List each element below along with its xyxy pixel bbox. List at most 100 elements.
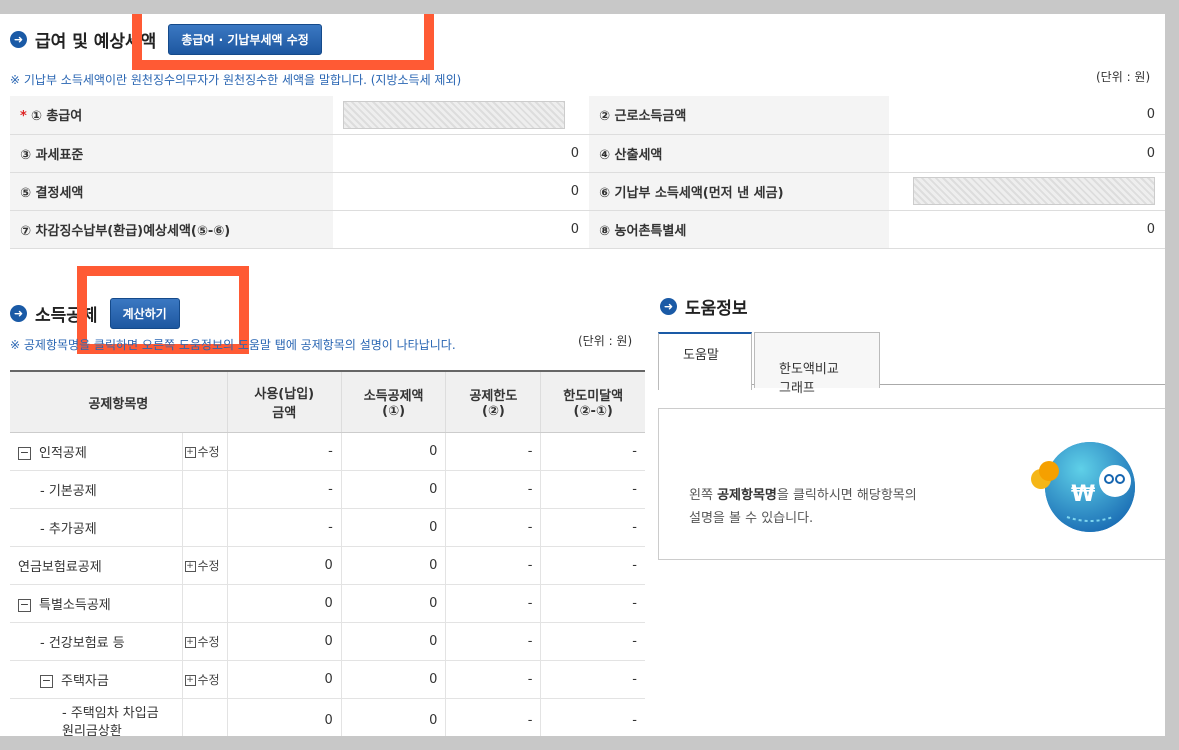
limit-cell: -: [445, 698, 541, 736]
table-row: − 인적공제 + 수정 -0- -: [10, 432, 645, 471]
help-content-box: 왼쪽 공제항목명을 클릭하시면 해당항목의 설명을 볼 수 있습니다. ₩: [658, 408, 1165, 560]
summary-label: ⑤ 결정세액: [10, 172, 333, 211]
plus-icon[interactable]: +: [184, 447, 196, 458]
deduction-cell: 0: [340, 698, 446, 736]
salary-summary-table: * ① 총급여 ② 근로소득금액 0 ③ 과세표준 0 ④ 산출세액 0 ⑤ 결정세액 0 ⑥ 기납…: [10, 96, 1165, 249]
help-text: 왼쪽 공제항목명을 클릭하시면 해당항목의 설명을 볼 수 있습니다.: [689, 484, 917, 530]
limit-cell: -: [445, 432, 541, 471]
item-name[interactable]: - 건강보험료 등: [40, 636, 125, 651]
summary-label: ⑦ 차감징수납부(환급)예상세액(⑤-⑥): [10, 210, 333, 249]
deduction-cell: 0: [340, 584, 446, 623]
item-name-cell[interactable]: − 인적공제: [10, 432, 182, 471]
deduction-note: ※ 공제항목명을 클릭하면 오른쪽 도움정보의 도움말 탭에 공제항목의 설명이…: [10, 338, 456, 352]
shortfall-cell: -: [540, 546, 645, 585]
limit-cell: -: [445, 660, 541, 699]
item-name-cell[interactable]: − 특별소득공제: [10, 584, 182, 623]
item-name[interactable]: 주택자금: [61, 674, 109, 689]
item-name-cell[interactable]: 연금보험료공제: [10, 546, 182, 585]
item-name-cell[interactable]: - 추가공제: [10, 508, 182, 547]
highlight-box-edit: [132, 14, 434, 70]
collapse-icon[interactable]: −: [40, 675, 53, 688]
summary-row: ⑦ 차감징수납부(환급)예상세액(⑤-⑥) 0 ⑧ 농어촌특별세 0: [10, 210, 1165, 249]
item-name[interactable]: - 기본공제: [40, 484, 97, 499]
deduction-cell: 0: [340, 546, 446, 585]
summary-label-text: ① 총급여: [30, 109, 83, 125]
summary-value: 0: [889, 210, 1165, 249]
edit-cell[interactable]: + 수정: [181, 660, 228, 699]
summary-value: 0: [889, 134, 1165, 173]
collapse-icon[interactable]: −: [18, 599, 31, 612]
used-amount-cell: 0: [226, 698, 342, 736]
item-name[interactable]: 연금보험료공제: [18, 560, 102, 575]
header-used-amount: 사용(납입) 금액: [226, 370, 342, 433]
item-name-cell[interactable]: - 건강보험료 등: [10, 622, 182, 661]
item-name-cell[interactable]: - 기본공제: [10, 470, 182, 509]
summary-value: 0: [333, 172, 589, 211]
summary-label: ⑧ 농어촌특별세: [589, 210, 889, 249]
table-row: - 기본공제 -0- -: [10, 470, 645, 509]
summary-row: * ① 총급여 ② 근로소득금액 0: [10, 96, 1165, 135]
edit-cell[interactable]: + 수정: [181, 622, 228, 661]
limit-cell: -: [445, 470, 541, 509]
plus-icon[interactable]: +: [184, 561, 196, 572]
edit-cell[interactable]: + 수정: [181, 432, 228, 471]
table-row: − 주택자금 + 수정 0 0- -: [10, 660, 645, 699]
header-deduction: 소득공제액 (①): [340, 370, 446, 433]
arrow-right-icon: ➜: [10, 31, 27, 48]
deduction-cell: 0: [340, 660, 446, 699]
tab-help[interactable]: 도움말: [658, 332, 752, 390]
deduction-cell: 0: [340, 470, 446, 509]
item-name[interactable]: - 주택임차 차입금 원리금상환: [62, 699, 172, 736]
edit-link[interactable]: 수정: [198, 559, 220, 573]
shortfall-cell: -: [540, 622, 645, 661]
item-name-cell[interactable]: - 주택임차 차입금 원리금상환: [10, 698, 182, 736]
edit-cell: [181, 508, 228, 547]
help-text-bold: 공제항목명: [717, 488, 777, 503]
table-row: - 건강보험료 등 + 수정 0 0- -: [10, 622, 645, 661]
help-text-prefix: 왼쪽: [689, 488, 718, 503]
edit-cell: [181, 698, 228, 736]
help-text-line2: 설명을 볼 수 있습니다.: [689, 511, 814, 526]
help-tabs: 도움말 한도액비교 그래프: [658, 332, 1165, 396]
used-amount-cell: -: [226, 508, 342, 547]
summary-row: ⑤ 결정세액 0 ⑥ 기납부 소득세액(먼저 낸 세금): [10, 172, 1165, 211]
edit-link[interactable]: 수정: [198, 445, 220, 459]
collapse-icon[interactable]: −: [18, 447, 31, 460]
summary-label: ⑥ 기납부 소득세액(먼저 낸 세금): [589, 172, 889, 211]
plus-icon[interactable]: +: [184, 637, 196, 648]
salary-unit: (단위 : 원): [1096, 70, 1151, 84]
plus-icon[interactable]: +: [184, 675, 196, 686]
required-star-icon: *: [20, 109, 27, 125]
used-amount-cell: 0: [226, 584, 342, 623]
item-name-cell[interactable]: − 주택자금: [10, 660, 182, 699]
deduction-table: 공제항목명 사용(납입) 금액 소득공제액 (①) 공제한도 (②) 한도미달액…: [10, 370, 645, 736]
edit-link[interactable]: 수정: [198, 673, 220, 687]
summary-label: ② 근로소득금액: [589, 96, 889, 135]
total-salary-input[interactable]: [343, 100, 565, 129]
shortfall-cell: -: [540, 470, 645, 509]
arrow-right-icon: ➜: [660, 298, 677, 315]
table-row: - 주택임차 차입금 원리금상환 0 0- -: [10, 698, 645, 736]
limit-cell: -: [445, 622, 541, 661]
prepaid-tax-input[interactable]: [913, 177, 1155, 205]
help-title-text: 도움정보: [685, 299, 748, 319]
mascot-icon: ₩: [1031, 442, 1135, 532]
item-name[interactable]: 인적공제: [39, 446, 87, 461]
help-section-title: ➜ 도움정보: [660, 294, 748, 319]
table-row: − 특별소득공제 0 0- -: [10, 584, 645, 623]
used-amount-cell: 0: [226, 546, 342, 585]
page: ➜ 급여 및 예상세액 총급여 · 기납부세액 수정 ※ 기납부 소득세액이란 …: [0, 14, 1165, 736]
tab-limit-graph[interactable]: 한도액비교 그래프: [754, 332, 880, 396]
shortfall-cell: -: [540, 660, 645, 699]
limit-cell: -: [445, 584, 541, 623]
header-shortfall: 한도미달액 (②-①): [540, 370, 645, 433]
item-name[interactable]: - 추가공제: [40, 522, 97, 537]
edit-link[interactable]: 수정: [198, 635, 220, 649]
item-name[interactable]: 특별소득공제: [39, 598, 111, 613]
limit-cell: -: [445, 508, 541, 547]
svg-text:₩: ₩: [1071, 482, 1095, 507]
tab-help-label: 도움말: [683, 348, 719, 363]
salary-note: ※ 기납부 소득세액이란 원천징수의무자가 원천징수한 세액을 말합니다. (지…: [10, 73, 462, 87]
edit-cell[interactable]: + 수정: [181, 546, 228, 585]
edit-cell: [181, 584, 228, 623]
